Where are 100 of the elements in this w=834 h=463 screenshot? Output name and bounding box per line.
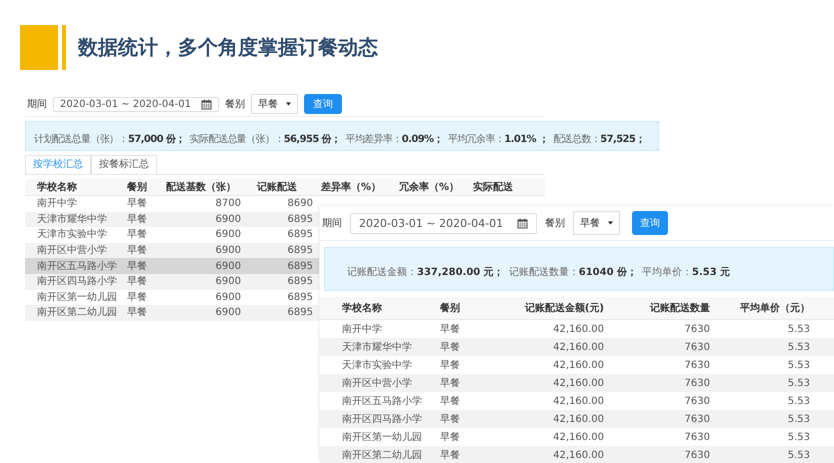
table-row[interactable]: 天津市实验中学 早餐 6900 6895	[25, 227, 319, 243]
table-row[interactable]: 南开区中营小学 早餐 6900 6895	[25, 242, 319, 258]
table-cell-text: 早餐	[440, 340, 461, 354]
summary-label: 记账配送金额：	[347, 266, 417, 278]
table-cell-text: 7630	[684, 394, 710, 408]
table-cell-text: 5.53	[786, 412, 810, 426]
column-header: 学校名称	[36, 180, 78, 194]
table-cell-text: 42,160.00	[552, 322, 604, 336]
table-cell-text: 7630	[684, 340, 710, 354]
table-cell-text: 6895	[286, 290, 313, 304]
table-cell-text: 6900	[214, 244, 241, 258]
column-header: 记账配送金额(元)	[524, 302, 604, 314]
table-cell-text: 6900	[214, 228, 241, 242]
slide-title: 数据统计，多个角度掌握订餐动态	[78, 34, 378, 61]
table-cell-text: 南开区第二幼儿园	[36, 306, 118, 320]
accent-bar	[62, 25, 66, 70]
table-cell-text: 早餐	[440, 394, 461, 408]
field-label: 餐别	[224, 98, 245, 111]
table-cell-text: 6895	[286, 260, 313, 273]
table-row[interactable]: 南开区四马路小学 早餐 6900 6895	[25, 274, 319, 290]
table-cell-text: 南开区第一幼儿园	[36, 290, 118, 304]
summary-value: 57,000 份；	[128, 134, 185, 144]
summary-value: 5.53 元	[692, 266, 730, 278]
table-cell-text: 南开区五马路小学	[341, 394, 423, 408]
table-cell-text: 6895	[286, 228, 313, 242]
table-row[interactable]: 南开区四马路小学 早餐 42,160.00 7630 5.53	[320, 410, 834, 428]
table-cell-text: 8690	[286, 197, 313, 210]
table-cell-text: 7630	[684, 322, 710, 336]
field-label: 餐别	[545, 216, 566, 230]
meal-select[interactable]: 早餐	[573, 211, 620, 235]
table-cell-text: 南开区第一幼儿园	[341, 430, 423, 444]
table-cell-text: 早餐	[127, 212, 148, 226]
table-cell-text: 南开区中营小学	[341, 376, 413, 390]
table-row[interactable]: 南开区中营小学 早餐 42,160.00 7630 5.53	[320, 374, 834, 392]
summary-value: 1.01% ；	[504, 134, 548, 144]
table-cell-text: 早餐	[127, 260, 148, 273]
table-cell-text: 早餐	[127, 306, 148, 320]
table-cell-text: 南开中学	[36, 197, 78, 210]
table-cell-text: 6895	[286, 244, 313, 258]
summary-value: 337,280.00 元；	[417, 266, 504, 278]
table-cell-text: 5.53	[786, 430, 810, 444]
column-header: 平均单价（元）	[739, 302, 810, 314]
calendar-icon	[517, 218, 528, 228]
table-row[interactable]: 南开区第一幼儿园 早餐 42,160.00 7630 5.53	[320, 428, 834, 446]
column-header: 餐别	[440, 302, 461, 314]
table-cell-text: 5.53	[786, 358, 810, 372]
table-cell-text: 6900	[214, 290, 241, 304]
table-row[interactable]: 南开中学 早餐 42,160.00 7630 5.53	[320, 320, 834, 338]
date-range-field[interactable]: 2020-03-01 ~ 2020-04-01	[53, 96, 219, 112]
column-header: 记账配送	[256, 180, 298, 194]
column-header: 学校名称	[341, 302, 383, 314]
table-row[interactable]: 天津市实验中学 早餐 42,160.00 7630 5.53	[320, 356, 834, 374]
table-cell-text: 早餐	[440, 358, 461, 372]
table-cell-text: 6900	[214, 260, 241, 273]
table-cell-text: 42,160.00	[552, 448, 604, 462]
table-cell-text: 7630	[684, 376, 710, 390]
field-label: 期间	[27, 98, 47, 111]
table-cell-text: 南开区第二幼儿园	[341, 448, 423, 462]
summary-label: 实际配送总量（张）：	[190, 134, 284, 144]
table-cell-text: 早餐	[127, 244, 148, 258]
table-cell-text: 42,160.00	[552, 412, 604, 426]
table-cell-text: 早餐	[127, 290, 148, 304]
table-cell-text: 6895	[286, 306, 313, 320]
table-row[interactable]: 天津市耀华中学 早餐 42,160.00 7630 5.53	[320, 338, 834, 356]
table-cell-text: 天津市实验中学	[36, 228, 108, 242]
table-cell-text: 早餐	[127, 197, 148, 210]
column-header: 差异率（%）	[320, 180, 382, 194]
table-row[interactable]: 南开区第二幼儿园 早餐 42,160.00 7630 5.53	[320, 446, 834, 463]
table-row[interactable]: 南开区第二幼儿园 早餐 6900 6895	[25, 305, 319, 321]
meal-select[interactable]: 早餐	[250, 94, 298, 114]
table-cell-text: 南开区四马路小学	[341, 412, 423, 426]
table-cell-text: 早餐	[440, 448, 461, 462]
table-cell-text: 早餐	[440, 322, 461, 336]
table-cell-text: 6895	[286, 275, 313, 288]
summary-label: 平均冗余率：	[448, 134, 504, 144]
table-cell-text: 早餐	[440, 412, 461, 426]
summary-label: 配送总数：	[553, 134, 600, 144]
calendar-icon	[200, 98, 212, 110]
table-row[interactable]: 南开区第一幼儿园 早餐 6900 6895	[25, 290, 319, 306]
column-header: 冗余率（%）	[398, 180, 460, 194]
summary-label: 记账配送数量：	[508, 266, 579, 278]
summary-label: 计划配送总量（张）：	[34, 134, 128, 144]
table-cell-text: 早餐	[127, 228, 148, 242]
table-row[interactable]: 南开区五马路小学 早餐 42,160.00 7630 5.53	[320, 392, 834, 410]
table-cell-text: 7630	[684, 448, 710, 462]
table-cell-text: 早餐	[440, 430, 461, 444]
table-row[interactable]: 天津市耀华中学 早餐 6900 6895	[25, 212, 319, 228]
table-cell-text: 南开区中营小学	[36, 244, 108, 258]
table-cell-text: 早餐	[127, 275, 148, 288]
tab[interactable]: 按餐标汇总	[91, 155, 157, 174]
table-row[interactable]: 南开中学 早餐 8700 8690	[25, 196, 319, 212]
table-cell-text: 5.53	[786, 448, 810, 462]
table-cell-text: 南开区四马路小学	[36, 275, 118, 288]
table-cell-text: 天津市实验中学	[341, 358, 413, 372]
date-range-field[interactable]: 2020-03-01 ~ 2020-04-01	[350, 212, 538, 234]
table-cell-text: 6900	[214, 306, 241, 320]
table-cell-text: 5.53	[786, 394, 810, 408]
table-cell-text: 6900	[214, 275, 241, 288]
table-cell-text: 42,160.00	[552, 394, 604, 408]
table-row[interactable]: 南开区五马路小学 早餐 6900 6895	[25, 258, 319, 274]
